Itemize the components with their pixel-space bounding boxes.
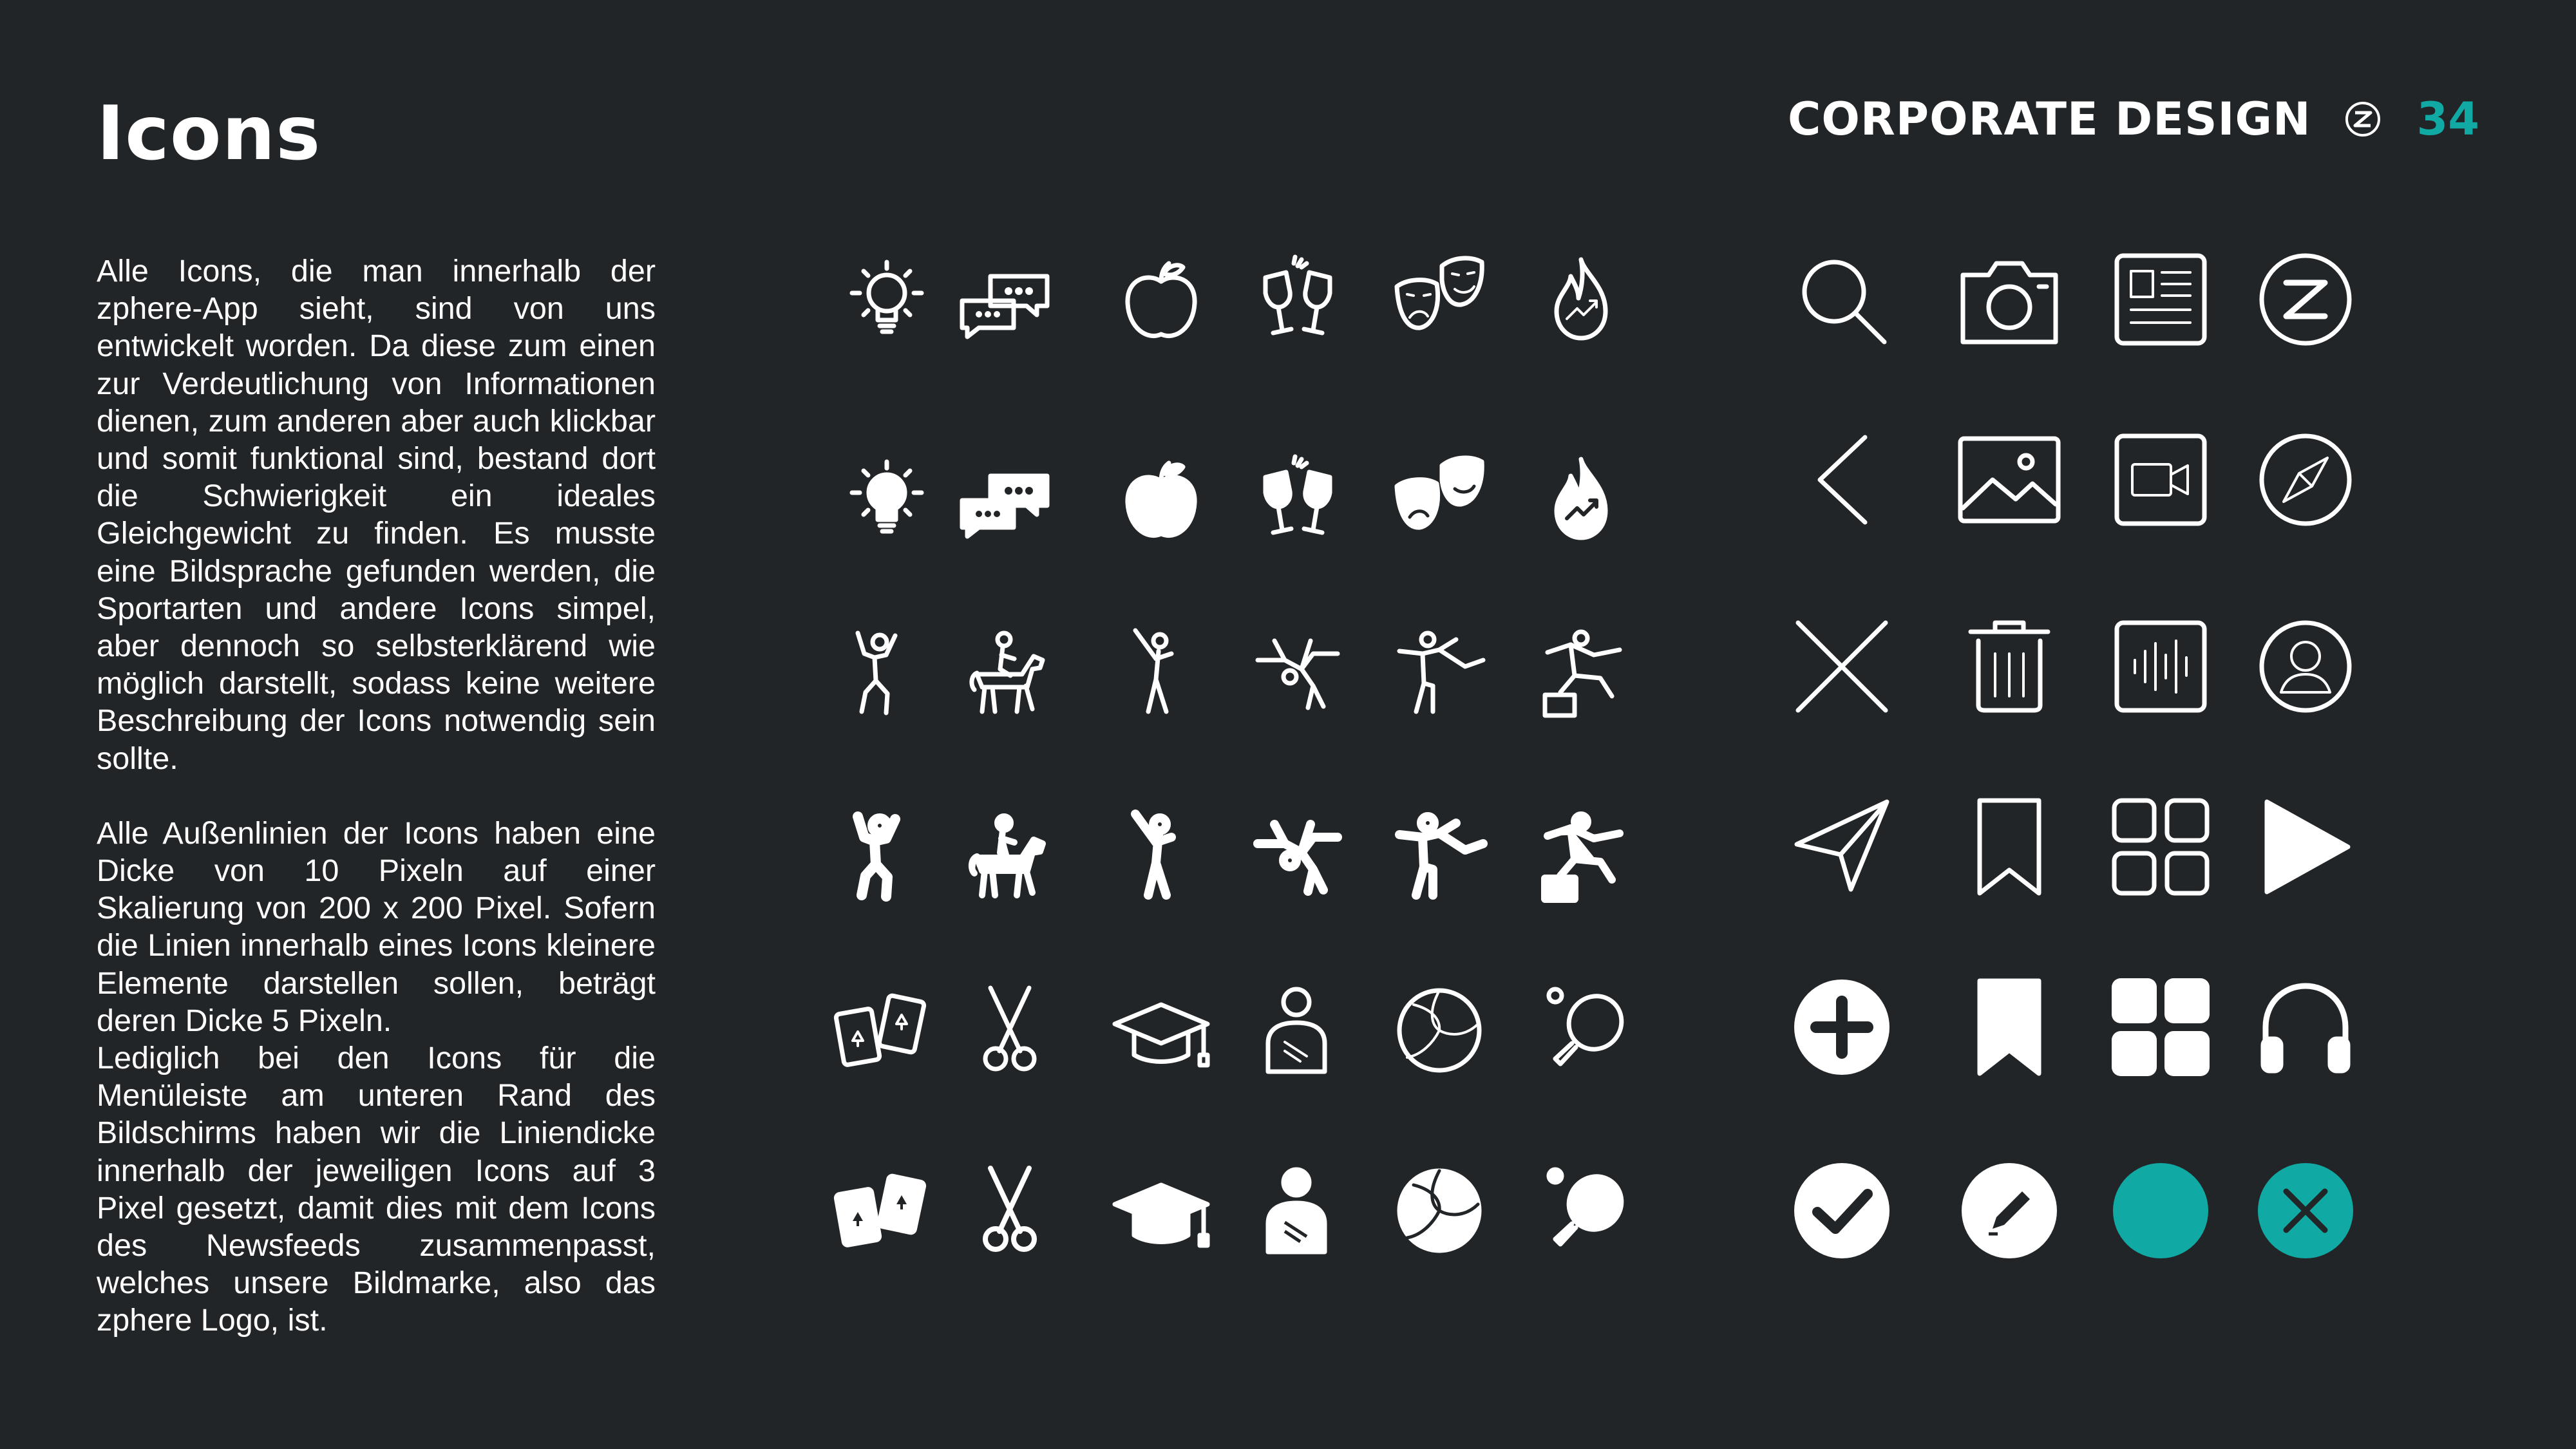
paragraph-intro: Alle Icons, die man innerhalb der zphere… bbox=[97, 254, 656, 776]
paragraph-menu-icons: Lediglich bei den Icons für die Menüleis… bbox=[97, 1041, 656, 1338]
golf-filled-icon bbox=[1110, 805, 1213, 908]
cheering-person-filled-icon bbox=[824, 805, 927, 908]
parkour-filled-icon bbox=[1530, 805, 1633, 908]
golf-icon bbox=[1110, 621, 1213, 724]
playing-cards-icon bbox=[831, 979, 934, 1082]
checkmark-circle-icon[interactable] bbox=[1790, 1159, 1893, 1262]
paragraph-line-thickness: Alle Außenlinien der Icons haben eine Di… bbox=[97, 815, 656, 1038]
grid-icon[interactable] bbox=[2109, 795, 2212, 898]
section-name: CORPORATE DESIGN bbox=[1787, 93, 2311, 146]
trash-icon[interactable] bbox=[1958, 615, 2061, 718]
scissors-filled-icon bbox=[958, 1159, 1061, 1262]
profile-icon[interactable] bbox=[2254, 615, 2357, 718]
theater-masks-icon bbox=[1388, 248, 1491, 351]
chat-bubbles-icon bbox=[953, 248, 1056, 351]
page-header: CORPORATE DESIGN 34 bbox=[1788, 90, 2479, 148]
toast-glasses-icon bbox=[1246, 248, 1349, 351]
audio-waveform-icon[interactable] bbox=[2109, 615, 2212, 718]
bookmark-filled-icon[interactable] bbox=[1958, 976, 2061, 1079]
table-tennis-filled-icon bbox=[1530, 1159, 1633, 1262]
chevron-left-icon[interactable] bbox=[1790, 428, 1893, 531]
page-title: Icons bbox=[97, 90, 321, 177]
zphere-logo-icon[interactable] bbox=[2254, 248, 2357, 351]
table-tennis-icon bbox=[1530, 979, 1633, 1082]
breakdance-icon bbox=[1246, 621, 1349, 724]
lightbulb-filled-icon bbox=[835, 448, 938, 551]
injured-person-icon bbox=[1246, 979, 1349, 1082]
search-icon[interactable] bbox=[1790, 248, 1893, 351]
bookmark-icon[interactable] bbox=[1958, 795, 2061, 898]
karate-kick-filled-icon bbox=[1388, 805, 1491, 908]
body-text: Alle Icons, die man innerhalb der zphere… bbox=[97, 252, 656, 1340]
page-number: 34 bbox=[2416, 93, 2479, 146]
video-icon[interactable] bbox=[2109, 428, 2212, 531]
close-icon[interactable] bbox=[1790, 615, 1893, 718]
send-icon[interactable] bbox=[1790, 795, 1893, 898]
flame-trend-filled-icon bbox=[1530, 448, 1633, 551]
theater-masks-filled-icon bbox=[1388, 448, 1491, 551]
chat-bubbles-filled-icon bbox=[953, 448, 1056, 551]
play-icon[interactable] bbox=[2254, 795, 2357, 898]
parkour-icon bbox=[1530, 621, 1633, 724]
headphones-icon[interactable] bbox=[2254, 976, 2357, 1079]
add-circle-icon[interactable] bbox=[1790, 976, 1893, 1079]
volleyball-icon bbox=[1388, 979, 1491, 1082]
graduation-cap-filled-icon bbox=[1110, 1159, 1213, 1262]
injured-person-filled-icon bbox=[1246, 1159, 1349, 1262]
apple-filled-icon bbox=[1110, 448, 1213, 551]
status-dot-icon bbox=[2109, 1159, 2212, 1262]
close-circle-icon[interactable] bbox=[2254, 1159, 2357, 1262]
scissors-icon bbox=[958, 979, 1061, 1082]
grid-filled-icon[interactable] bbox=[2109, 976, 2212, 1079]
edit-circle-icon[interactable] bbox=[1958, 1159, 2061, 1262]
horse-riding-filled-icon bbox=[958, 805, 1061, 908]
playing-cards-filled-icon bbox=[831, 1159, 934, 1262]
image-icon[interactable] bbox=[1958, 428, 2061, 531]
toast-glasses-filled-icon bbox=[1246, 448, 1349, 551]
karate-kick-icon bbox=[1388, 621, 1491, 724]
graduation-cap-icon bbox=[1110, 979, 1213, 1082]
horse-riding-icon bbox=[958, 621, 1061, 724]
flame-trend-icon bbox=[1530, 248, 1633, 351]
apple-icon bbox=[1110, 248, 1213, 351]
volleyball-filled-icon bbox=[1388, 1159, 1491, 1262]
camera-icon[interactable] bbox=[1958, 248, 2061, 351]
newspaper-icon[interactable] bbox=[2109, 248, 2212, 351]
lightbulb-icon bbox=[835, 248, 938, 351]
breakdance-filled-icon bbox=[1246, 805, 1349, 908]
cheering-person-icon bbox=[824, 621, 927, 724]
compass-icon[interactable] bbox=[2254, 428, 2357, 531]
zphere-logo-icon bbox=[2345, 102, 2380, 137]
